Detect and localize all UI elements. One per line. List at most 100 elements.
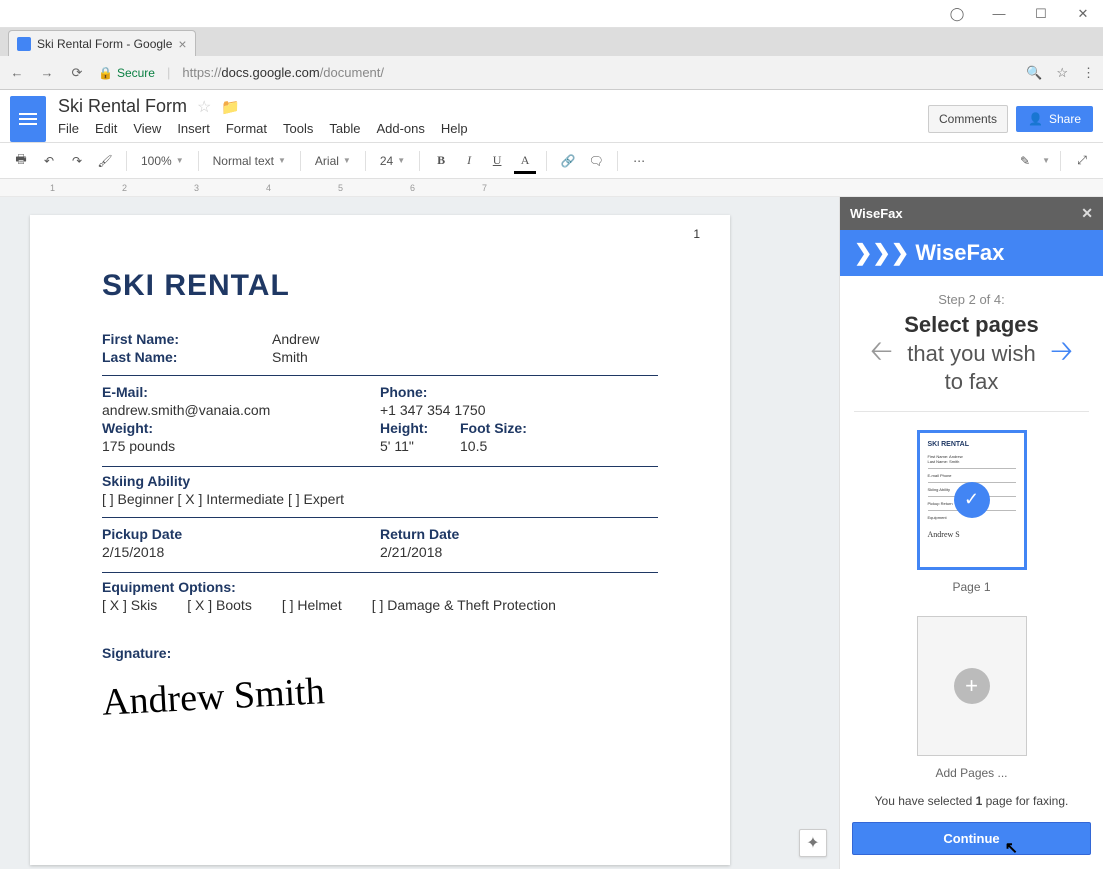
comments-button[interactable]: Comments: [928, 105, 1008, 133]
menu-view[interactable]: View: [133, 121, 161, 136]
browser-tabbar: Ski Rental Form - Google ×: [0, 28, 1103, 56]
ruler: 1234567: [0, 179, 1103, 197]
thumbnail-label: Page 1: [952, 580, 990, 594]
paint-format-icon[interactable]: 🖌: [94, 150, 116, 172]
wisefax-logo-icon: ❯❯❯: [854, 240, 909, 266]
font-dropdown[interactable]: Arial▼: [311, 154, 355, 168]
sidebar-titlebar: WiseFax ✕: [840, 197, 1103, 230]
menu-tools[interactable]: Tools: [283, 121, 313, 136]
expand-icon[interactable]: ⤢: [1071, 150, 1093, 172]
cursor-icon: ↖: [1005, 838, 1018, 858]
browser-tab[interactable]: Ski Rental Form - Google ×: [8, 30, 196, 56]
document-canvas[interactable]: 1 SKI RENTAL First Name:Andrew Last Name…: [0, 197, 839, 869]
back-button[interactable]: ←: [8, 65, 26, 80]
add-pages-label: Add Pages ...: [935, 766, 1007, 780]
ability-options: [ ] Beginner [ X ] Intermediate [ ] Expe…: [102, 491, 658, 507]
text-color-button[interactable]: A: [514, 150, 536, 172]
return-value: 2/21/2018: [380, 544, 442, 560]
share-button[interactable]: 👤 Share: [1016, 106, 1093, 132]
print-icon[interactable]: 🖶: [10, 150, 32, 172]
add-pages-tile[interactable]: +: [917, 616, 1027, 756]
document-page[interactable]: 1 SKI RENTAL First Name:Andrew Last Name…: [30, 215, 730, 865]
step-message: Select pages that you wish to fax: [899, 311, 1045, 397]
share-label: Share: [1049, 112, 1081, 126]
signature-image: Andrew Smith: [101, 669, 326, 725]
form-heading: SKI RENTAL: [102, 269, 658, 303]
secure-badge: 🔒 Secure: [98, 66, 155, 80]
phone-label: Phone:: [380, 384, 427, 400]
person-icon: 👤: [1028, 112, 1043, 126]
zoom-icon[interactable]: 🔍: [1026, 65, 1042, 81]
equip-skis: [ X ] Skis: [102, 597, 157, 613]
explore-button[interactable]: ✦: [799, 829, 827, 857]
brand-text: WiseFax: [915, 240, 1004, 266]
folder-icon[interactable]: 📁: [221, 98, 240, 116]
equip-damage: [ ] Damage & Theft Protection: [372, 597, 556, 613]
sidebar-title: WiseFax: [850, 206, 903, 221]
menu-table[interactable]: Table: [329, 121, 360, 136]
menu-file[interactable]: File: [58, 121, 79, 136]
minimize-button[interactable]: —: [985, 4, 1013, 24]
signature-label: Signature:: [102, 645, 272, 661]
browser-address-bar: ← → ⟳ 🔒 Secure | https://docs.google.com…: [0, 56, 1103, 90]
skiing-ability-label: Skiing Ability: [102, 473, 272, 489]
document-title[interactable]: Ski Rental Form: [58, 96, 187, 117]
maximize-button[interactable]: ☐: [1027, 4, 1055, 24]
forward-button[interactable]: →: [38, 65, 56, 80]
return-label: Return Date: [380, 526, 550, 542]
browser-menu-icon[interactable]: ⋮: [1082, 65, 1095, 81]
height-label: Height:: [380, 420, 460, 436]
pickup-value: 2/15/2018: [102, 544, 164, 560]
prev-arrow-icon[interactable]: 🡠: [864, 330, 899, 378]
menu-addons[interactable]: Add-ons: [376, 121, 424, 136]
secure-label: Secure: [117, 66, 155, 80]
menu-edit[interactable]: Edit: [95, 121, 117, 136]
menu-bar: File Edit View Insert Format Tools Table…: [58, 121, 928, 142]
menu-help[interactable]: Help: [441, 121, 468, 136]
foot-value: 10.5: [460, 438, 487, 454]
pickup-label: Pickup Date: [102, 526, 272, 542]
page-thumbnail-1[interactable]: SKI RENTAL First Name: AndrewLast Name: …: [917, 430, 1027, 570]
email-label: E-Mail:: [102, 384, 148, 400]
equipment-label: Equipment Options:: [102, 579, 272, 595]
url-text[interactable]: https://docs.google.com/document/: [182, 65, 1014, 80]
style-dropdown[interactable]: Normal text▼: [209, 154, 290, 168]
fontsize-dropdown[interactable]: 24▼: [376, 154, 409, 168]
addon-sidebar: WiseFax ✕ ❯❯❯ WiseFax Step 2 of 4: 🡠 Sel…: [839, 197, 1103, 869]
bold-button[interactable]: B: [430, 150, 452, 172]
weight-label: Weight:: [102, 420, 153, 436]
docs-header: Ski Rental Form ☆ 📁 File Edit View Inser…: [0, 90, 1103, 143]
account-icon[interactable]: ◯: [943, 4, 971, 24]
undo-icon[interactable]: ↶: [38, 150, 60, 172]
continue-button[interactable]: Continue ↖: [852, 822, 1091, 855]
last-name-label: Last Name:: [102, 349, 272, 365]
selection-summary: You have selected 1 page for faxing.: [850, 794, 1093, 808]
bookmark-star-icon[interactable]: ☆: [1056, 65, 1068, 81]
page-number: 1: [693, 227, 700, 241]
docs-logo-icon[interactable]: [10, 96, 46, 142]
more-icon[interactable]: ⋯: [628, 150, 650, 172]
italic-button[interactable]: I: [458, 150, 480, 172]
menu-format[interactable]: Format: [226, 121, 267, 136]
close-window-button[interactable]: ✕: [1069, 4, 1097, 24]
equip-helmet: [ ] Helmet: [282, 597, 342, 613]
menu-insert[interactable]: Insert: [177, 121, 210, 136]
first-name-value: Andrew: [272, 331, 319, 347]
reload-button[interactable]: ⟳: [68, 65, 86, 81]
editing-mode-icon[interactable]: ✎: [1014, 150, 1036, 172]
docs-favicon-icon: [17, 37, 31, 51]
zoom-dropdown[interactable]: 100%▼: [137, 154, 188, 168]
tab-close-icon[interactable]: ×: [178, 36, 186, 52]
foot-label: Foot Size:: [460, 420, 527, 436]
lock-icon: 🔒: [98, 66, 113, 80]
star-icon[interactable]: ☆: [197, 97, 211, 117]
sidebar-close-icon[interactable]: ✕: [1081, 205, 1093, 222]
plus-icon: +: [954, 668, 990, 704]
underline-button[interactable]: U: [486, 150, 508, 172]
next-arrow-icon[interactable]: 🡢: [1044, 330, 1079, 378]
redo-icon[interactable]: ↷: [66, 150, 88, 172]
comment-icon[interactable]: 🗨: [585, 150, 607, 172]
link-icon[interactable]: 🔗: [557, 150, 579, 172]
wisefax-brand: ❯❯❯ WiseFax: [840, 230, 1103, 276]
phone-value: +1 347 354 1750: [380, 402, 486, 418]
